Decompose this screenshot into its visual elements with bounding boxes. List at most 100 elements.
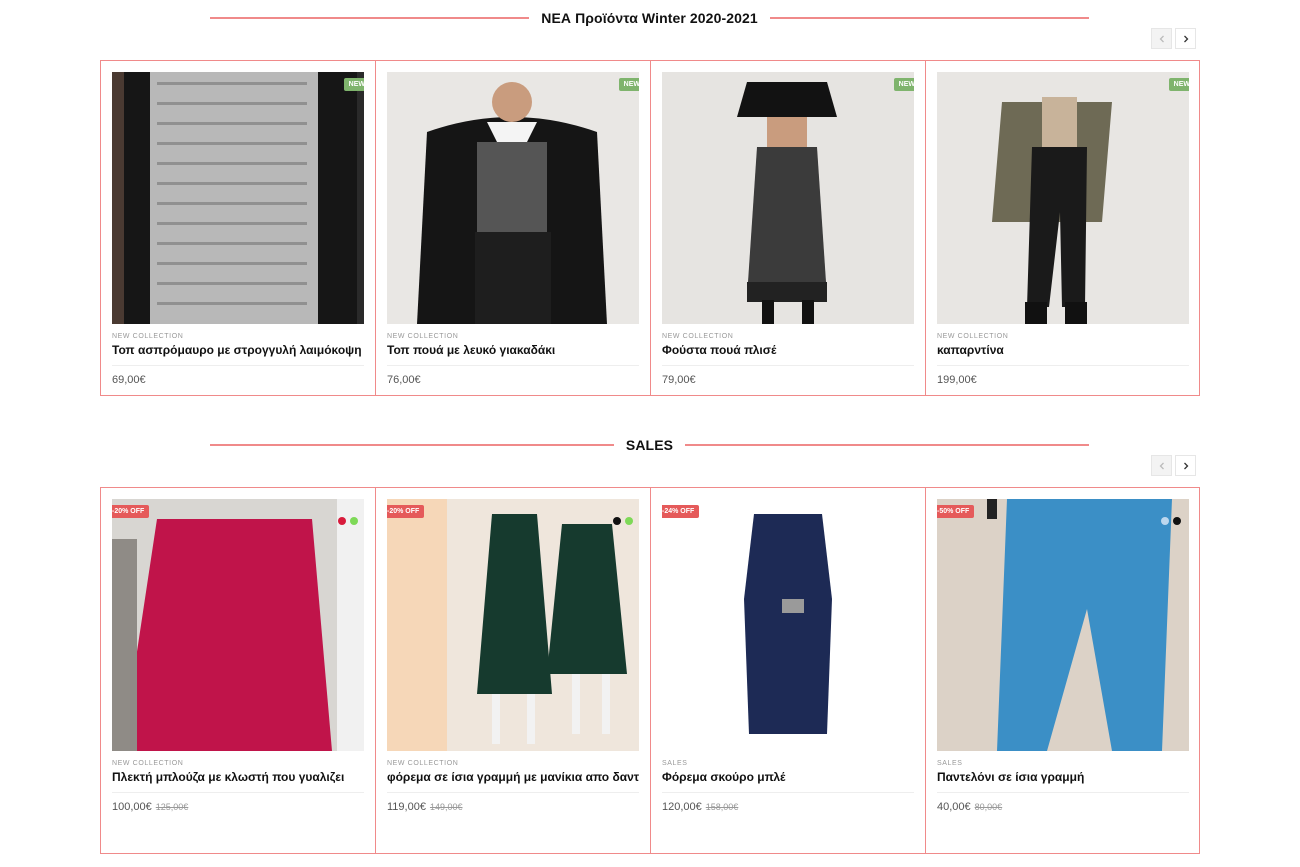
product-photo-top-pattern bbox=[112, 72, 364, 324]
product-price-row: 199,00€ bbox=[937, 374, 1189, 386]
product-price: 100,00€ bbox=[112, 801, 152, 813]
product-name[interactable]: φόρεμα σε ίσια γραμμή με μανίκια απο δαν… bbox=[387, 770, 639, 784]
product-image[interactable]: -20% OFF bbox=[112, 499, 364, 751]
product-card[interactable]: -20% OFF NEW COLLECTION Πλεκτή μπλούζα μ… bbox=[101, 488, 376, 853]
product-card[interactable]: NEW NEW COLLECTION Φούστα πουά πλισέ 79,… bbox=[651, 61, 926, 395]
product-price-row: 79,00€ bbox=[662, 374, 914, 386]
swatch-black[interactable] bbox=[1173, 517, 1181, 525]
product-image[interactable]: -24% OFF bbox=[662, 499, 914, 751]
divider bbox=[937, 365, 1189, 366]
product-price: 40,00€ bbox=[937, 801, 971, 813]
product-image[interactable]: -20% OFF bbox=[387, 499, 639, 751]
prev-button[interactable] bbox=[1151, 455, 1172, 476]
carousel-nav-new bbox=[1151, 28, 1196, 49]
title-line-right bbox=[769, 17, 1089, 19]
product-grid-new: NEW NEW COLLECTION Τοπ ασπρόμαυρο με στρ… bbox=[100, 60, 1200, 396]
chevron-left-icon bbox=[1159, 35, 1164, 42]
product-photo-blue-trousers bbox=[937, 499, 1189, 751]
swatch-red[interactable] bbox=[338, 517, 346, 525]
swatch-black[interactable] bbox=[613, 517, 621, 525]
product-price-row: 100,00€ 125,00€ bbox=[112, 801, 364, 813]
product-name[interactable]: καπαρντίνα bbox=[937, 343, 1189, 357]
product-image[interactable]: NEW bbox=[662, 72, 914, 324]
prev-button[interactable] bbox=[1151, 28, 1172, 49]
swatch-light-blue[interactable] bbox=[1161, 517, 1169, 525]
product-photo-pleated-skirt bbox=[662, 72, 914, 324]
discount-badge: -20% OFF bbox=[112, 505, 150, 518]
product-card[interactable]: NEW NEW COLLECTION καπαρντίνα 199,00€ bbox=[926, 61, 1200, 395]
product-name[interactable]: Τοπ πουά με λευκό γιακαδάκι bbox=[387, 343, 639, 357]
product-price-row: 119,00€ 149,00€ bbox=[387, 801, 639, 813]
product-grid-sales: -20% OFF NEW COLLECTION Πλεκτή μπλούζα μ… bbox=[100, 487, 1200, 854]
product-card[interactable]: NEW NEW COLLECTION Τοπ ασπρόμαυρο με στρ… bbox=[101, 61, 376, 395]
divider bbox=[112, 365, 364, 366]
swatch-green[interactable] bbox=[350, 517, 358, 525]
color-swatches bbox=[1161, 517, 1181, 525]
old-price: 149,00€ bbox=[429, 802, 463, 812]
new-badge: NEW bbox=[893, 78, 914, 91]
product-category: SALES bbox=[937, 760, 963, 767]
product-category: NEW COLLECTION bbox=[387, 760, 459, 767]
old-price: 80,00€ bbox=[974, 802, 1003, 812]
product-category: SALES bbox=[662, 760, 688, 767]
product-price: 199,00€ bbox=[937, 374, 977, 386]
product-photo-trench-coat bbox=[937, 72, 1189, 324]
product-photo-navy-dress bbox=[662, 499, 914, 751]
divider bbox=[662, 792, 914, 793]
next-button[interactable] bbox=[1175, 455, 1196, 476]
product-name[interactable]: Πλεκτή μπλούζα με κλωστή που γυαλιζει bbox=[112, 770, 364, 784]
product-price: 69,00€ bbox=[112, 374, 146, 386]
product-photo-red-sweater bbox=[112, 499, 364, 751]
product-price: 119,00€ bbox=[387, 801, 426, 813]
product-name[interactable]: Φόρεμα σκούρο μπλέ bbox=[662, 770, 914, 784]
divider bbox=[662, 365, 914, 366]
chevron-right-icon bbox=[1183, 35, 1188, 42]
product-name[interactable]: Παντελόνι σε ίσια γραμμή bbox=[937, 770, 1189, 784]
discount-badge: -50% OFF bbox=[937, 505, 975, 518]
chevron-left-icon bbox=[1159, 462, 1164, 469]
product-image[interactable]: NEW bbox=[937, 72, 1189, 324]
product-image[interactable]: NEW bbox=[112, 72, 364, 324]
product-price-row: 69,00€ bbox=[112, 374, 364, 386]
product-category: NEW COLLECTION bbox=[662, 333, 734, 340]
divider bbox=[937, 792, 1189, 793]
product-price: 79,00€ bbox=[662, 374, 696, 386]
product-price: 120,00€ bbox=[662, 801, 702, 813]
product-card[interactable]: -24% OFF SALES Φόρεμα σκούρο μπλέ 120,00… bbox=[651, 488, 926, 853]
color-swatches bbox=[613, 517, 633, 525]
divider bbox=[387, 365, 639, 366]
divider bbox=[112, 792, 364, 793]
chevron-right-icon bbox=[1183, 462, 1188, 469]
next-button[interactable] bbox=[1175, 28, 1196, 49]
section-heading: ΝΕΑ Προϊόντα Winter 2020-2021 bbox=[541, 10, 758, 26]
product-category: NEW COLLECTION bbox=[112, 760, 184, 767]
product-card[interactable]: -20% OFF NEW COLLECTION φόρεμα σε ίσια γ… bbox=[376, 488, 651, 853]
product-image[interactable]: NEW bbox=[387, 72, 639, 324]
product-category: NEW COLLECTION bbox=[937, 333, 1009, 340]
product-card[interactable]: -50% OFF SALES Παντελόνι σε ίσια γραμμή … bbox=[926, 488, 1200, 853]
section-heading: SALES bbox=[625, 437, 674, 453]
new-badge: NEW bbox=[343, 78, 364, 91]
discount-badge: -20% OFF bbox=[387, 505, 425, 518]
title-line-right bbox=[685, 444, 1089, 446]
old-price: 158,00€ bbox=[705, 802, 739, 812]
color-swatches bbox=[338, 517, 358, 525]
discount-badge: -24% OFF bbox=[662, 505, 700, 518]
product-price-row: 120,00€ 158,00€ bbox=[662, 801, 914, 813]
divider bbox=[387, 792, 639, 793]
title-line-left bbox=[210, 444, 614, 446]
product-price: 76,00€ bbox=[387, 374, 421, 386]
carousel-nav-sales bbox=[1151, 455, 1196, 476]
product-price-row: 76,00€ bbox=[387, 374, 639, 386]
new-badge: NEW bbox=[618, 78, 639, 91]
product-card[interactable]: NEW NEW COLLECTION Τοπ πουά με λευκό για… bbox=[376, 61, 651, 395]
product-image[interactable]: -50% OFF bbox=[937, 499, 1189, 751]
product-photo-polka-top bbox=[387, 72, 639, 324]
product-name[interactable]: Φούστα πουά πλισέ bbox=[662, 343, 914, 357]
product-name[interactable]: Τοπ ασπρόμαυρο με στρογγυλή λαιμόκοψη bbox=[112, 343, 364, 357]
section-title-sales: SALES bbox=[210, 437, 1089, 453]
swatch-green[interactable] bbox=[625, 517, 633, 525]
product-photo-green-dress bbox=[387, 499, 639, 751]
product-category: NEW COLLECTION bbox=[112, 333, 184, 340]
title-line-left bbox=[210, 17, 530, 19]
